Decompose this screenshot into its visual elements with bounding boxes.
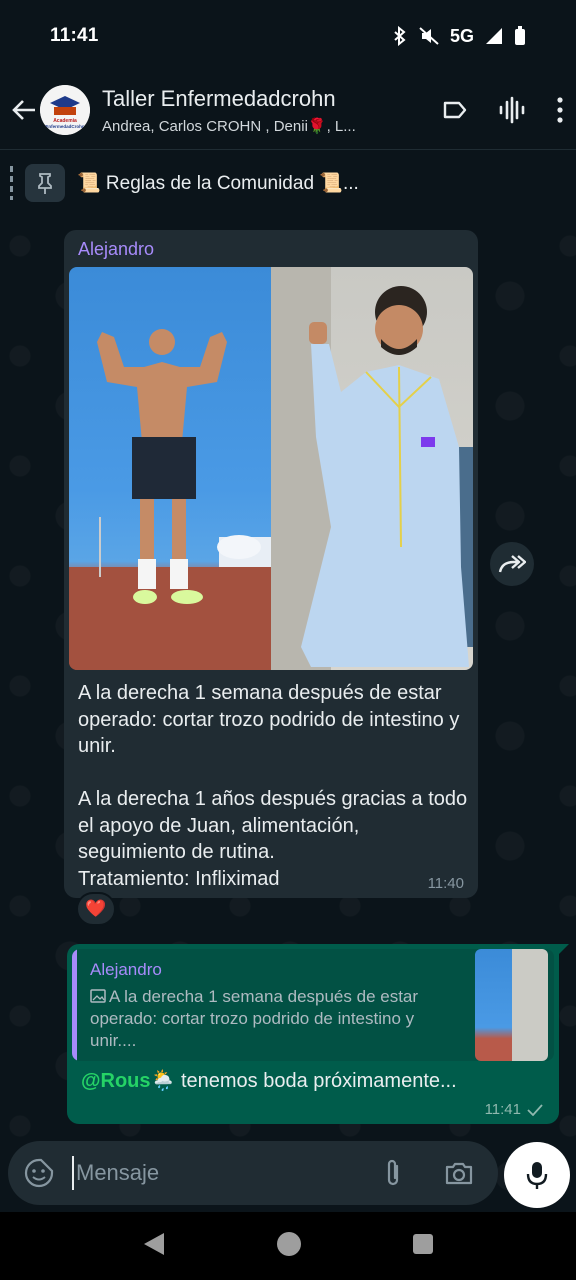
attach-button[interactable] xyxy=(376,1156,410,1190)
label-button[interactable] xyxy=(442,100,468,120)
arrow-left-icon xyxy=(12,100,35,120)
quote-text: A la derecha 1 semana después de estar o… xyxy=(90,986,440,1052)
status-icons: 5G xyxy=(392,26,526,47)
battery-icon xyxy=(514,26,526,46)
forward-button[interactable] xyxy=(490,542,534,586)
message-input[interactable] xyxy=(72,1156,362,1190)
message-photo[interactable] xyxy=(69,267,473,670)
quote-bar xyxy=(72,949,77,1061)
nav-recents-button[interactable] xyxy=(412,1233,434,1260)
pin-icon xyxy=(25,164,65,202)
chat-area[interactable]: Alejandro A la derecha 1 semana después … xyxy=(0,216,576,1212)
header-actions xyxy=(442,96,564,124)
thumb-right xyxy=(511,949,548,1061)
header-text[interactable]: Taller Enfermedadcrohn Andrea, Carlos CR… xyxy=(102,86,392,135)
voice-chat-button[interactable] xyxy=(498,96,526,124)
quote-thumbnail xyxy=(475,949,548,1061)
signal-icon xyxy=(484,26,504,46)
outgoing-body: tenemos boda próximamente... xyxy=(175,1070,457,1092)
pinned-message-bar[interactable]: 📜 Reglas de la Comunidad 📜... xyxy=(0,149,576,216)
group-avatar[interactable]: Academia EnfermedadCrohn xyxy=(40,85,90,135)
incoming-message[interactable]: Alejandro A la derecha 1 semana después … xyxy=(64,230,478,898)
message-time: 11:40 xyxy=(427,875,464,892)
status-time: 11:41 xyxy=(50,25,99,46)
pinned-text: 📜 Reglas de la Comunidad 📜... xyxy=(77,173,359,194)
camera-button[interactable] xyxy=(442,1156,476,1190)
nav-home-button[interactable] xyxy=(276,1231,302,1262)
paperclip-icon xyxy=(387,1159,399,1186)
svg-text:EnfermedadCrohn: EnfermedadCrohn xyxy=(45,124,85,129)
outgoing-text: @Rous🌦️ tenemos boda próximamente... xyxy=(81,1068,457,1093)
back-button[interactable] xyxy=(4,90,44,130)
nav-recents-icon xyxy=(413,1233,433,1254)
photo-left-athlete xyxy=(69,267,271,670)
nav-back-icon xyxy=(144,1232,164,1255)
microphone-icon xyxy=(526,1162,548,1189)
label-icon xyxy=(443,101,467,119)
message-text: A la derecha 1 semana después de estar o… xyxy=(78,682,468,890)
sticker-icon xyxy=(24,1158,54,1188)
audio-wave-icon xyxy=(499,96,525,124)
outgoing-time: 11:41 xyxy=(484,1101,521,1118)
pinned-indicator xyxy=(10,166,13,200)
quote-body: A la derecha 1 semana después de estar o… xyxy=(90,987,419,1050)
group-members: Andrea, Carlos CROHN , Denii🌹, L... xyxy=(102,117,356,135)
camera-icon xyxy=(445,1162,473,1185)
image-icon xyxy=(90,989,106,1003)
photo-right-hospital xyxy=(271,267,473,670)
quote-sender: Alejandro xyxy=(90,960,162,979)
status-bar: 11:41 5G xyxy=(0,0,576,72)
outgoing-message[interactable]: Alejandro A la derecha 1 semana después … xyxy=(67,944,569,1124)
quoted-message[interactable]: Alejandro A la derecha 1 semana después … xyxy=(72,949,554,1061)
bluetooth-icon xyxy=(392,26,408,46)
mention-link[interactable]: @Rous🌦️ xyxy=(81,1070,175,1092)
more-vert-icon xyxy=(557,97,563,123)
chat-header: Academia EnfermedadCrohn Taller Enfermed… xyxy=(0,72,576,148)
system-nav-bar xyxy=(0,1212,576,1280)
forward-icon xyxy=(498,555,526,573)
sticker-button[interactable] xyxy=(22,1156,56,1190)
outgoing-time-row: 11:41 xyxy=(485,1101,543,1118)
message-composer xyxy=(8,1141,498,1205)
nav-home-icon xyxy=(277,1231,301,1256)
reaction-badge[interactable]: ❤️ xyxy=(76,892,116,926)
more-options-button[interactable] xyxy=(556,97,564,123)
thumb-left xyxy=(475,949,512,1061)
sender-name[interactable]: Alejandro xyxy=(78,239,154,260)
nav-back-button[interactable] xyxy=(142,1231,166,1262)
mute-icon xyxy=(418,26,440,46)
group-title: Taller Enfermedadcrohn xyxy=(102,85,336,111)
network-label: 5G xyxy=(449,25,474,46)
mic-button[interactable] xyxy=(504,1142,570,1208)
check-icon xyxy=(527,1103,543,1116)
